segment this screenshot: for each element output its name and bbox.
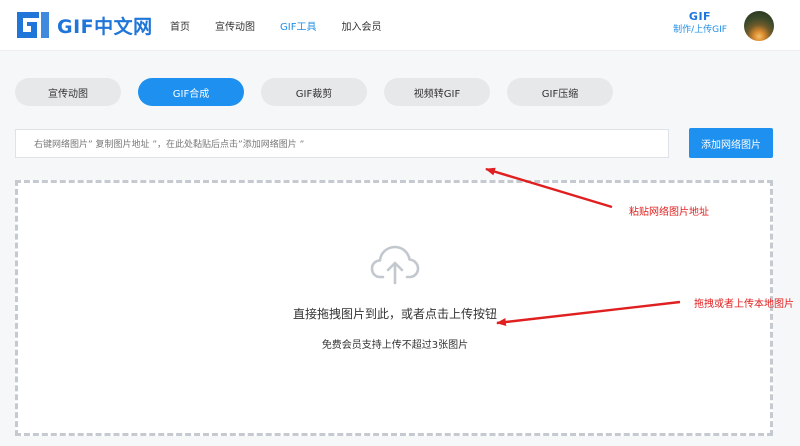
drag-annotation-label: 拖拽或者上传本地图片 <box>694 299 794 310</box>
avatar[interactable] <box>744 11 774 41</box>
tool-tabs: 宣传动图 GIF合成 GIF裁剪 视频转GIF GIF压缩 <box>15 78 615 106</box>
nav-home[interactable]: 首页 <box>170 18 190 33</box>
site-logo[interactable]: GIF中文网 <box>15 10 153 40</box>
paste-annotation-label: 粘贴网络图片地址 <box>629 207 709 218</box>
tab-gif-compress[interactable]: GIF压缩 <box>507 78 613 106</box>
nav-promo-gifs[interactable]: 宣传动图 <box>215 18 255 33</box>
top-header: GIF中文网 首页 宣传动图 GIF工具 加入会员 GIF 制作/上传GIF <box>0 0 800 51</box>
brand-gif-title: GIF <box>688 10 712 23</box>
cloud-upload-icon <box>370 245 420 285</box>
nav-join-member[interactable]: 加入会员 <box>341 18 381 33</box>
make-upload-gif-link[interactable]: GIF 制作/上传GIF <box>672 10 728 37</box>
logo-text: GIF中文网 <box>57 15 153 38</box>
main-nav: 首页 宣传动图 GIF工具 加入会员 <box>170 0 406 50</box>
tab-gif-crop[interactable]: GIF裁剪 <box>261 78 367 106</box>
tab-gif-compose[interactable]: GIF合成 <box>138 78 244 106</box>
dropzone-sub-text: 免费会员支持上传不超过3张图片 <box>321 340 469 351</box>
dropzone-main-text: 直接拖拽图片到此，或者点击上传按钮 <box>292 307 497 321</box>
tab-video-to-gif[interactable]: 视频转GIF <box>384 78 490 106</box>
image-url-input[interactable]: 右键网络图片” 复制图片地址 ”，在此处黏贴后点击”添加网络图片 ” <box>15 129 669 158</box>
logo-mark-icon <box>17 12 49 38</box>
tab-promo-gif[interactable]: 宣传动图 <box>15 78 121 106</box>
brand-gif-subtitle: 制作/上传GIF <box>673 25 727 35</box>
add-web-image-button[interactable]: 添加网络图片 <box>689 128 773 158</box>
nav-gif-tools[interactable]: GIF工具 <box>280 18 316 33</box>
